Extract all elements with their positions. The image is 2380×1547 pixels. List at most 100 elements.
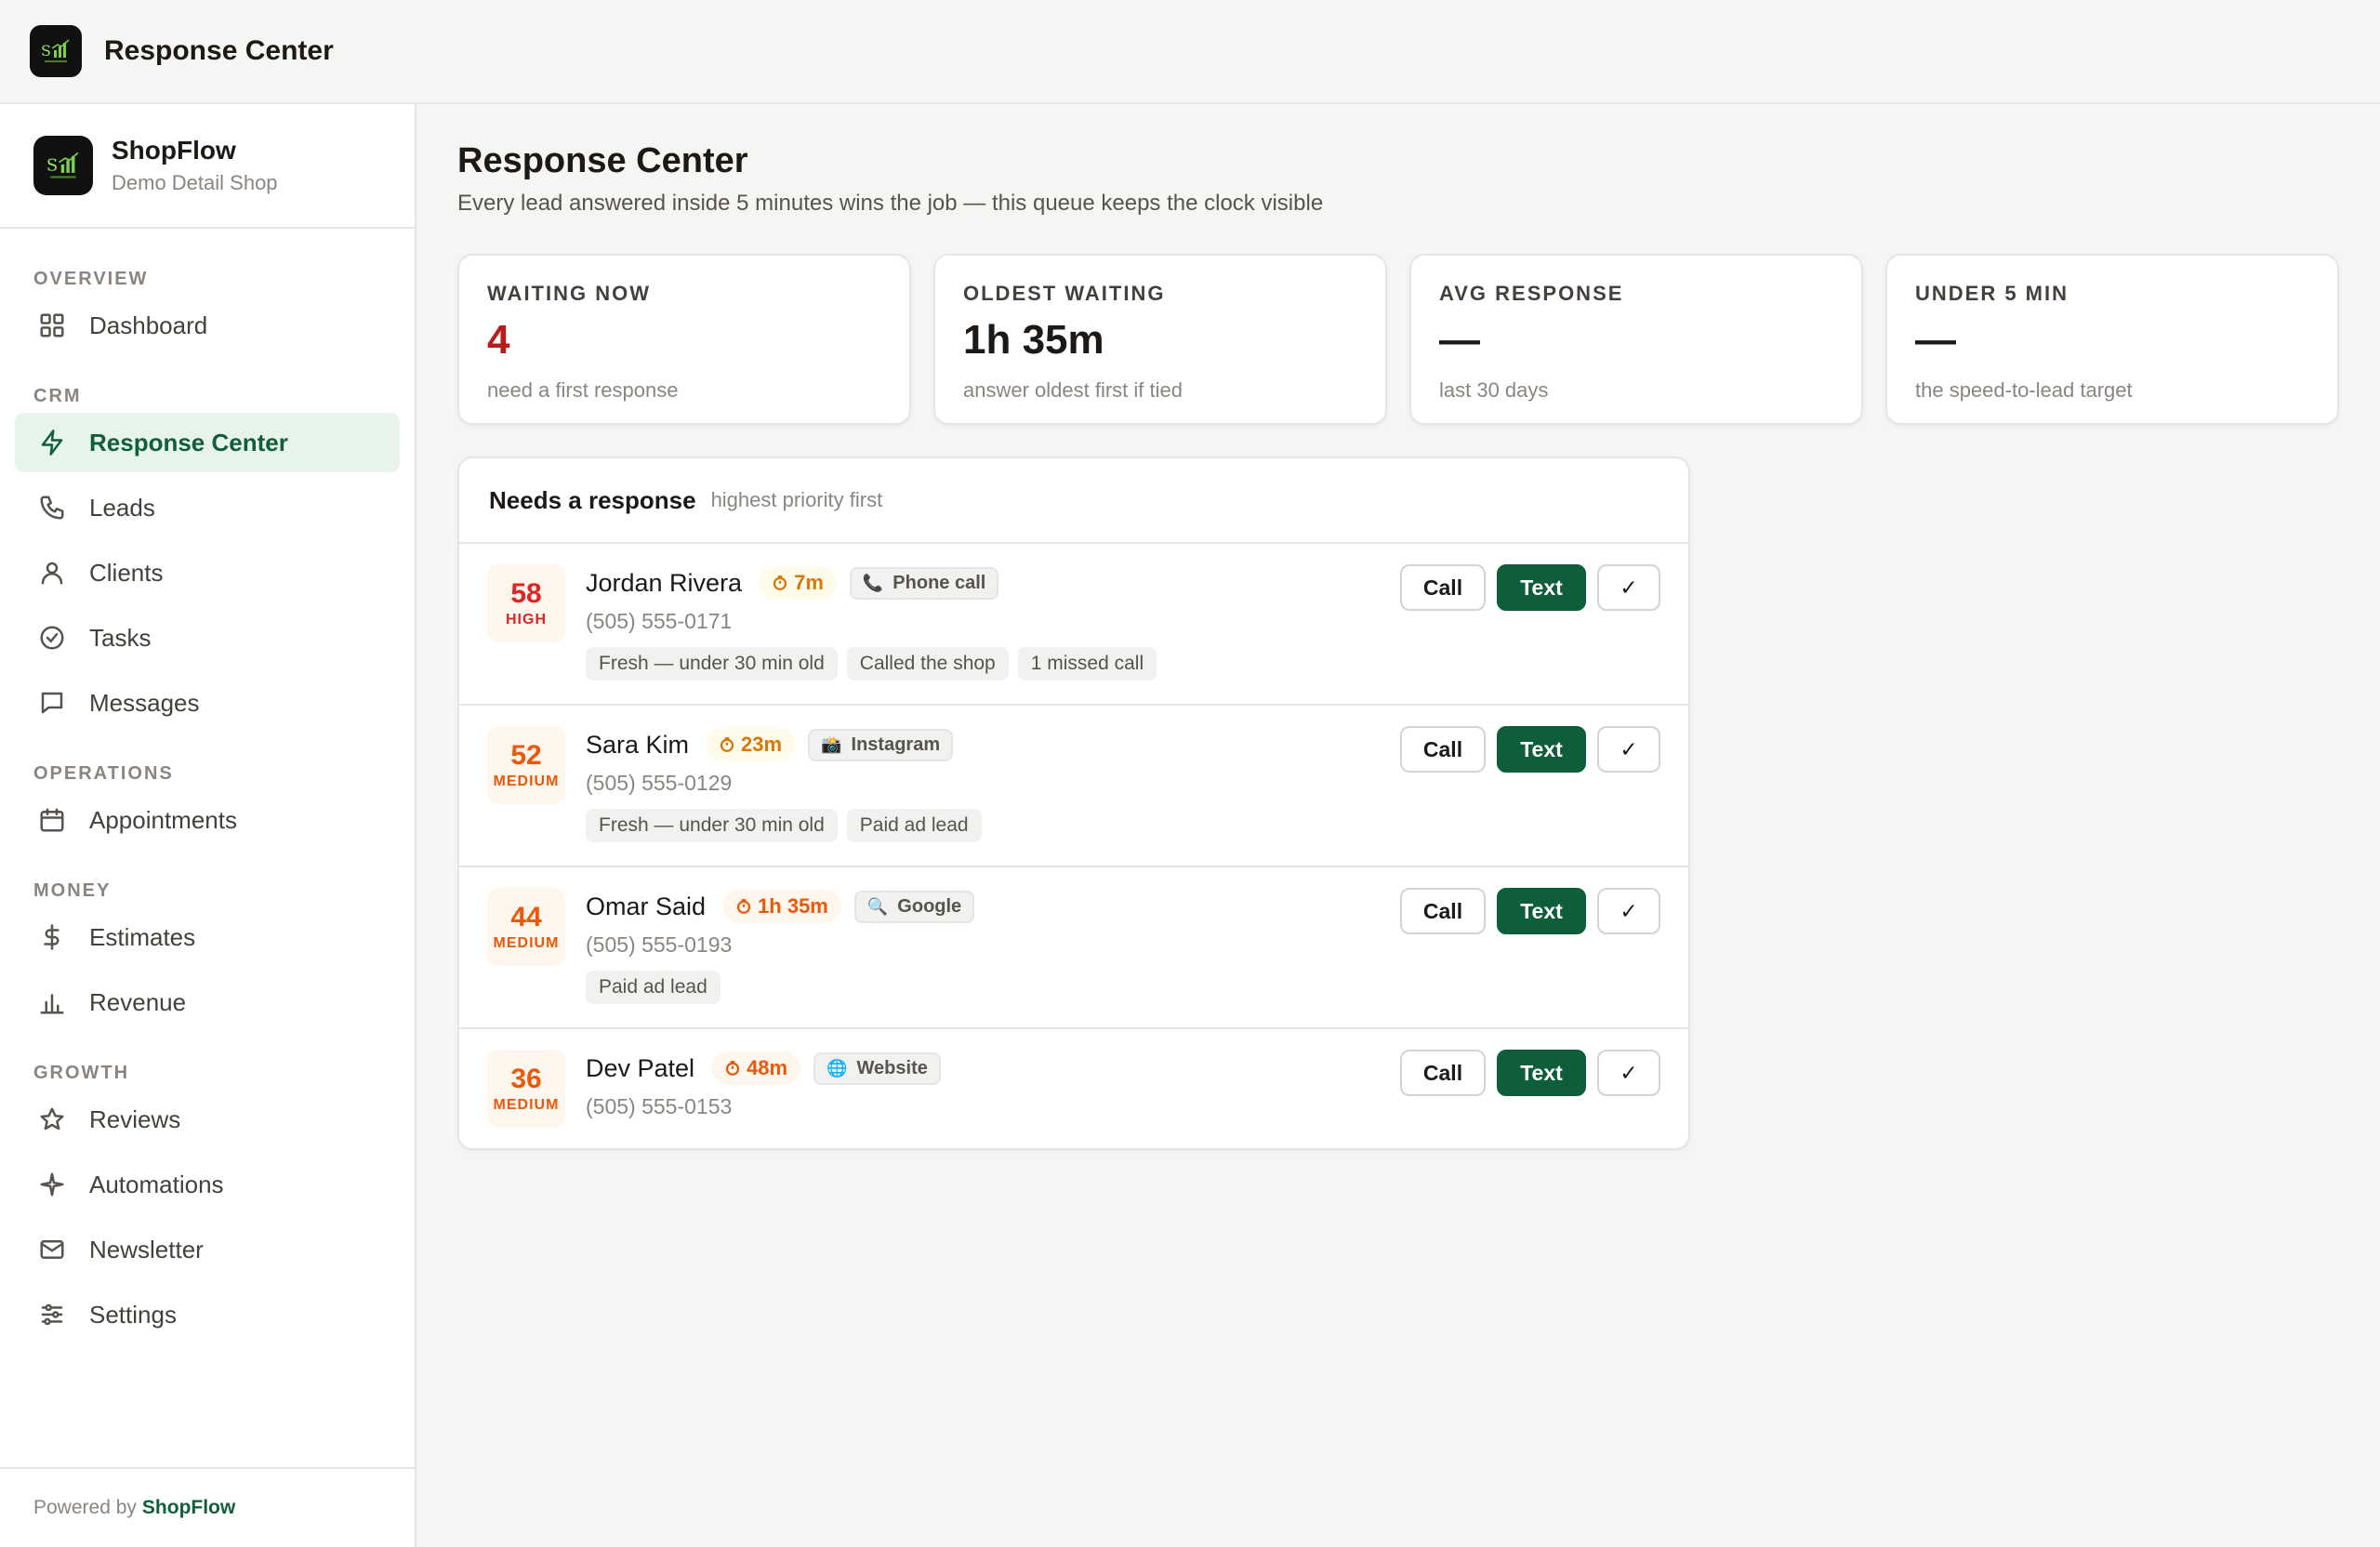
powered-brand-link[interactable]: ShopFlow	[142, 1497, 235, 1519]
priority-score-badge: 58 HIGH	[487, 564, 565, 642]
sidebar-item-settings[interactable]: Settings	[15, 1285, 400, 1344]
lead-name[interactable]: Jordan Rivera	[586, 569, 742, 598]
source-label: Google	[897, 895, 962, 917]
sparkle-icon	[37, 1170, 67, 1199]
powered-by: Powered by ShopFlow	[0, 1467, 415, 1547]
sidebar-item-automations[interactable]: Automations	[15, 1155, 400, 1214]
sidebar-item-newsletter[interactable]: Newsletter	[15, 1220, 400, 1279]
mark-done-button[interactable]: ✓	[1597, 726, 1660, 773]
topbar-title: Response Center	[104, 35, 334, 66]
score-number: 44	[510, 902, 542, 932]
grid-icon	[37, 311, 67, 340]
text-button[interactable]: Text	[1497, 888, 1586, 934]
lead-phone: (505) 555-0193	[586, 932, 733, 957]
response-queue: Needs a response highest priority first …	[457, 456, 1690, 1150]
stat-value: —	[1915, 317, 1956, 363]
source-badge: 📸 Instagram	[808, 728, 954, 761]
stats-row: WAITING NOW 4 need a first response OLDE…	[457, 254, 2339, 425]
lead-tags: Fresh — under 30 min old Called the shop…	[586, 647, 1157, 681]
sidebar-item-appointments[interactable]: Appointments	[15, 790, 400, 850]
nav-section-crm: CRM	[33, 386, 82, 406]
sidebar-nav: OVERVIEW Dashboard CRM Response Center L…	[0, 229, 415, 1344]
sidebar-item-label: Settings	[89, 1300, 177, 1329]
lead-row[interactable]: 52 MEDIUM Sara Kim 23m 📸 Instagram (505)…	[459, 706, 1688, 867]
sidebar-item-response-center[interactable]: Response Center	[15, 413, 400, 472]
source-badge: 🔍 Google	[853, 890, 975, 923]
wait-timer: 1h 35m	[722, 890, 841, 923]
lead-row[interactable]: 44 MEDIUM Omar Said 1h 35m 🔍 Google (505…	[459, 867, 1688, 1029]
stat-hint: the speed-to-lead target	[1915, 378, 2133, 402]
check-circle-icon	[37, 623, 67, 653]
app-logo[interactable]: S	[30, 25, 82, 77]
lead-name[interactable]: Omar Said	[586, 892, 706, 921]
lead-tag: Called the shop	[846, 647, 1009, 681]
message-icon	[37, 688, 67, 718]
sidebar-item-label: Leads	[89, 493, 155, 522]
stat-hint: last 30 days	[1439, 378, 1549, 402]
sidebar-item-dashboard[interactable]: Dashboard	[15, 296, 400, 355]
wait-time: 7m	[794, 571, 824, 594]
mark-done-button[interactable]: ✓	[1597, 888, 1660, 934]
lead-tag: Fresh — under 30 min old	[586, 809, 838, 842]
stat-value: —	[1439, 317, 1480, 363]
user-icon	[37, 558, 67, 588]
sidebar-item-leads[interactable]: Leads	[15, 478, 400, 537]
page-subtitle: Every lead answered inside 5 minutes win…	[457, 191, 1324, 216]
lead-name[interactable]: Sara Kim	[586, 731, 689, 760]
sidebar-item-revenue[interactable]: Revenue	[15, 972, 400, 1032]
mark-done-button[interactable]: ✓	[1597, 1050, 1660, 1096]
score-number: 58	[510, 578, 542, 609]
lead-tag: Paid ad lead	[586, 971, 721, 1004]
call-button[interactable]: Call	[1400, 1050, 1486, 1096]
score-number: 52	[510, 740, 542, 771]
timer-icon	[725, 1061, 740, 1076]
lead-row[interactable]: 58 HIGH Jordan Rivera 7m 📞 Phone call (5…	[459, 544, 1688, 706]
mark-done-button[interactable]: ✓	[1597, 564, 1660, 611]
sidebar: S ShopFlow Demo Detail Shop OVERVIEW Das…	[0, 104, 416, 1547]
timer-icon	[720, 737, 734, 752]
stat-label: UNDER 5 MIN	[1915, 282, 2069, 305]
wait-time: 1h 35m	[758, 894, 828, 918]
sidebar-item-label: Automations	[89, 1170, 224, 1198]
calendar-icon	[37, 805, 67, 835]
lead-name[interactable]: Dev Patel	[586, 1054, 694, 1083]
call-button[interactable]: Call	[1400, 726, 1486, 773]
phone-icon	[37, 493, 67, 522]
sidebar-item-messages[interactable]: Messages	[15, 673, 400, 733]
brand-block[interactable]: S ShopFlow Demo Detail Shop	[0, 104, 415, 229]
sidebar-item-tasks[interactable]: Tasks	[15, 608, 400, 668]
brand-subtitle: Demo Detail Shop	[112, 171, 278, 194]
score-level: MEDIUM	[493, 935, 560, 951]
text-button[interactable]: Text	[1497, 1050, 1586, 1096]
sidebar-item-estimates[interactable]: Estimates	[15, 907, 400, 967]
sidebar-item-label: Newsletter	[89, 1235, 204, 1263]
text-button[interactable]: Text	[1497, 726, 1586, 773]
lead-tag: 1 missed call	[1017, 647, 1157, 681]
sidebar-item-label: Estimates	[89, 922, 196, 951]
lead-tags: Fresh — under 30 min old Paid ad lead	[586, 809, 982, 842]
source-badge: 🌐 Website	[813, 1051, 941, 1085]
priority-score-badge: 52 MEDIUM	[487, 726, 565, 804]
sidebar-item-label: Dashboard	[89, 311, 208, 339]
lead-actions: Call Text ✓	[1400, 1050, 1660, 1096]
wait-time: 23m	[741, 733, 783, 756]
lead-phone: (505) 555-0171	[586, 609, 733, 633]
stat-card-oldest-waiting: OLDEST WAITING 1h 35m answer oldest firs…	[933, 254, 1387, 425]
score-level: MEDIUM	[493, 774, 560, 789]
sidebar-item-clients[interactable]: Clients	[15, 543, 400, 602]
nav-section-money: MONEY	[33, 880, 112, 901]
chart-logo-icon: S	[41, 39, 70, 62]
timer-icon	[736, 899, 751, 914]
source-label: Instagram	[851, 734, 941, 755]
wait-timer: 48m	[711, 1051, 801, 1085]
lead-row[interactable]: 36 MEDIUM Dev Patel 48m 🌐 Website (505) …	[459, 1029, 1688, 1148]
text-button[interactable]: Text	[1497, 564, 1586, 611]
stat-card-avg-response: AVG RESPONSE — last 30 days	[1409, 254, 1863, 425]
timer-icon	[773, 575, 787, 590]
call-button[interactable]: Call	[1400, 564, 1486, 611]
star-icon	[37, 1104, 67, 1134]
lead-actions: Call Text ✓	[1400, 726, 1660, 773]
call-button[interactable]: Call	[1400, 888, 1486, 934]
score-level: HIGH	[506, 612, 547, 628]
sidebar-item-reviews[interactable]: Reviews	[15, 1090, 400, 1149]
